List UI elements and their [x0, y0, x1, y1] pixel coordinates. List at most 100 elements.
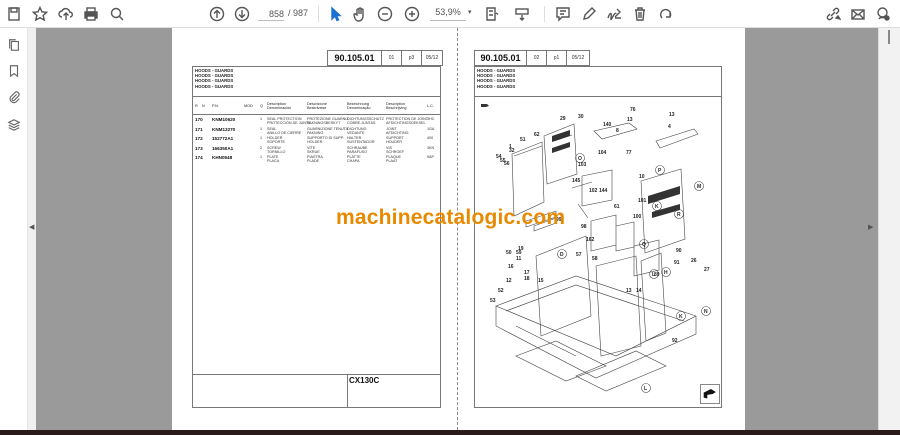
comment-icon[interactable] [553, 4, 573, 24]
cell-d3: PLATTE CHAPA [347, 155, 361, 164]
mail-icon[interactable] [848, 4, 868, 24]
bookmarks-icon[interactable] [5, 62, 23, 80]
cell-pn: KHN0548 [212, 155, 233, 160]
hand-icon[interactable] [350, 4, 370, 24]
section-title: HOODS - GUARDS [477, 83, 516, 89]
cell-d1: SEAL PROTECTION PROTECCIÓN DE JUNTA [267, 117, 311, 126]
part-number-label: 98 [581, 224, 587, 230]
part-number-label: 4 [668, 124, 671, 130]
callout-letter: K [655, 204, 659, 210]
page-up-icon[interactable] [207, 4, 227, 24]
cell-d4: JOINT AFDICHTING [386, 126, 409, 135]
sign-icon[interactable] [604, 4, 624, 24]
page-total: / 987 [288, 8, 309, 18]
next-page-arrow-icon [700, 384, 720, 404]
part-number-label: 162 [586, 237, 595, 243]
cell-r: 173 [195, 145, 203, 151]
hatched-panel [633, 239, 660, 277]
callout-letter: H [664, 270, 668, 276]
part-number-label: 103 [578, 162, 587, 168]
cell-lc: 1GA [427, 126, 435, 131]
share-link-icon[interactable] [823, 4, 843, 24]
vent-grille [552, 130, 570, 153]
taskbar-edge [0, 430, 900, 435]
part-number-label: 12 [506, 278, 512, 284]
save-icon[interactable] [4, 4, 24, 24]
callout-letter: M [697, 184, 701, 190]
col-desc-fr: Description Beschrijving [386, 102, 407, 111]
zoom-out-icon[interactable] [375, 4, 395, 24]
cell-q: 1 [260, 126, 263, 131]
callout-letter: D [560, 252, 564, 258]
cell-d2: SUPPORTO DI SUPP. HOLDER [307, 136, 344, 145]
delete-icon[interactable] [630, 4, 650, 24]
expand-right-arrow[interactable]: ▶ [868, 223, 873, 231]
cell-lc: 9AP [427, 155, 434, 159]
part-number-label: 26 [691, 258, 697, 264]
cell-d1: HOLDER SOPORTE [267, 136, 285, 145]
cell-d4: SUPPORT HOUDER [386, 136, 404, 145]
part-number-label: 145 [572, 178, 581, 184]
attachments-icon[interactable] [5, 88, 23, 106]
cell-d3: SCHRAUBE PARAFUSO [347, 145, 368, 154]
part-number-label: 18 [524, 276, 530, 282]
layers-icon[interactable] [5, 116, 23, 134]
col-mod: MOD [244, 104, 253, 108]
page-number-input[interactable] [258, 7, 284, 21]
part-number-label: 91 [674, 260, 680, 266]
part-number-label: 11 [516, 256, 522, 262]
cell-pn: KNM10620 [212, 117, 236, 122]
cell-d2: PIASTRA PLADE [307, 155, 323, 164]
page-ref: p1 [547, 51, 567, 65]
print-icon[interactable] [81, 4, 101, 24]
part-number-label: 57 [576, 252, 582, 258]
scrollbar-thumb[interactable] [888, 30, 890, 44]
bookmark-star-icon[interactable] [30, 4, 50, 24]
zoom-dropdown-caret[interactable]: ▾ [468, 8, 472, 16]
callout-letter: O [578, 156, 582, 162]
section-title: HOODS - GUARDS [195, 83, 234, 89]
col-desc-it: Descrizione Beskrivelse [307, 102, 327, 111]
toolbar-divider [544, 6, 545, 22]
rear-door [543, 123, 578, 185]
part-number-label: 13 [669, 112, 675, 118]
collapse-sidebar-arrow[interactable]: ◀ [29, 223, 34, 231]
page-down-icon[interactable] [232, 4, 252, 24]
cell-pn: 152772A1 [212, 136, 234, 141]
cell-r: 174 [195, 155, 203, 160]
upper-frame [495, 275, 697, 379]
part-number-label: 32 [509, 148, 515, 154]
scroll-mode-icon[interactable] [512, 4, 532, 24]
cell-r: 172 [195, 136, 203, 141]
part-number-label: 144 [599, 188, 608, 194]
part-number-label: 77 [626, 150, 632, 156]
upload-cloud-icon[interactable] [56, 4, 76, 24]
cell-q: 1 [260, 155, 263, 159]
select-cursor-icon[interactable] [326, 4, 346, 24]
part-number-label: 50 [506, 250, 512, 256]
rotate-icon[interactable] [656, 4, 676, 24]
pages-icon[interactable] [5, 36, 23, 54]
cell-lc: 3KN [427, 145, 435, 150]
pen-icon[interactable] [579, 4, 599, 24]
cell-d1: SCREW TORNILLO [267, 145, 286, 154]
part-number-label: 102 [589, 188, 598, 194]
section-titles: HOODS - GUARDS HOODS - GUARDS HOODS - GU… [475, 67, 721, 97]
side-cover [655, 128, 699, 149]
zoom-in-icon[interactable] [402, 4, 422, 24]
cell-lc: 3HC [427, 117, 435, 121]
account-icon[interactable] [873, 4, 893, 24]
part-number-label: 101 [638, 198, 647, 204]
fit-page-icon[interactable] [482, 4, 502, 24]
part-number-label: 90 [676, 248, 682, 254]
part-number-label: 14 [636, 288, 642, 294]
zoom-level-input[interactable]: 53,9% [430, 7, 466, 21]
catalog-subcode: 01 [382, 51, 402, 65]
right-page-header: 90.105.01 02 p1 05/12 [474, 50, 590, 66]
cell-q: 1 [260, 117, 263, 121]
search-zoom-icon[interactable] [107, 4, 127, 24]
col-pn: P.N. [212, 104, 219, 108]
cell-d2: PROTEZIONE GUARNIZ PAKNINGSBESKYT [307, 117, 349, 126]
catalog-subcode: 02 [527, 51, 547, 65]
vertical-scrollbar[interactable] [878, 28, 900, 430]
